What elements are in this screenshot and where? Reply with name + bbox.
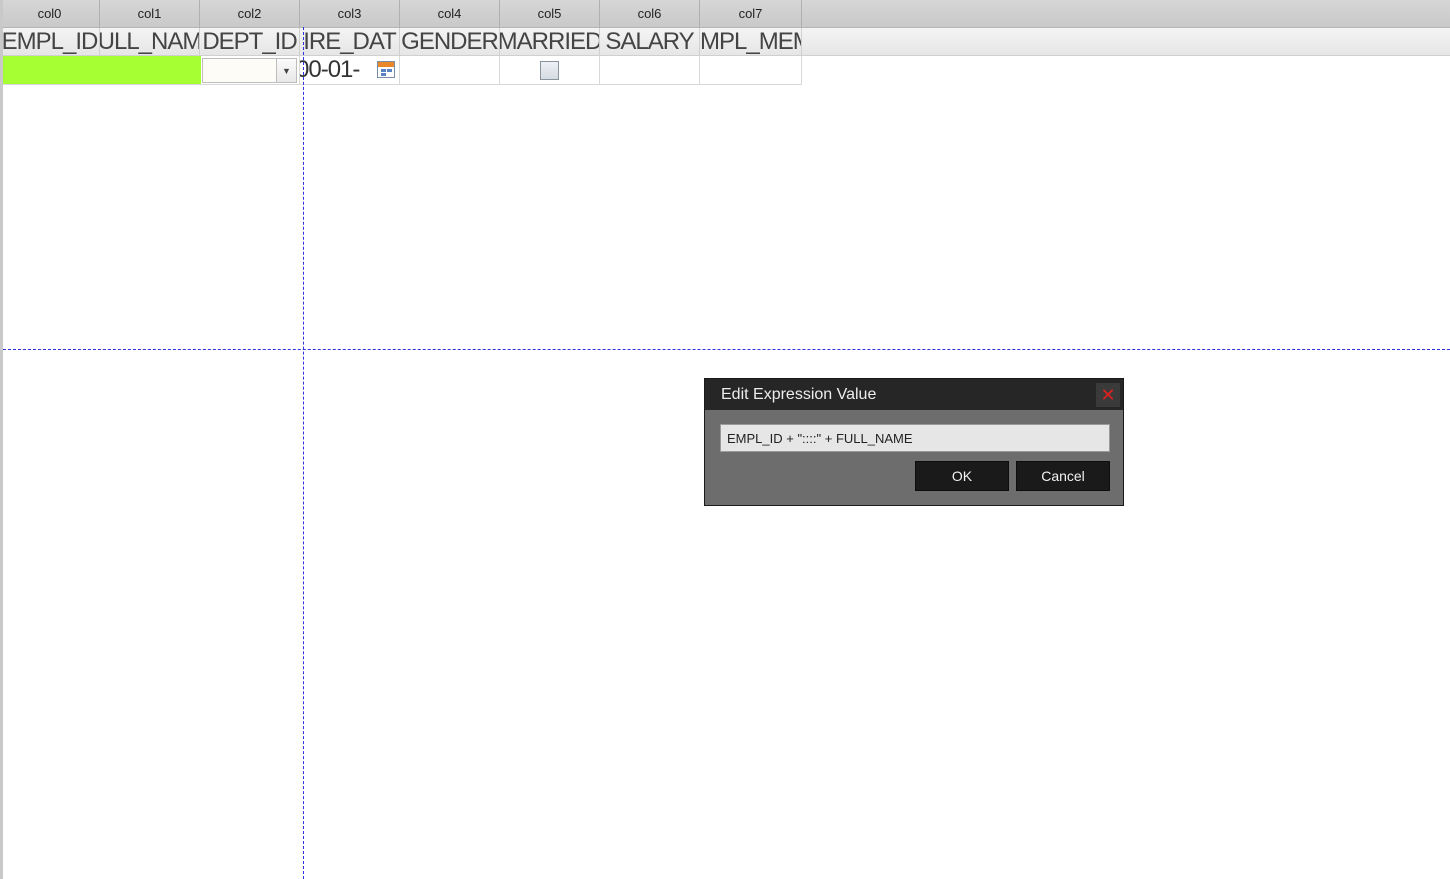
married-cell[interactable] — [500, 56, 600, 85]
column-header-col3[interactable]: col3 — [300, 0, 400, 27]
column-header-col1[interactable]: col1 — [100, 0, 200, 27]
field-header-salary[interactable]: SALARY — [600, 28, 700, 55]
vertical-split-line[interactable] — [303, 27, 304, 879]
field-header-full-name[interactable]: ULL_NAM — [100, 28, 200, 55]
field-header-empl-id[interactable]: EMPL_ID — [0, 28, 100, 55]
grid-left-border — [0, 0, 3, 879]
salary-cell[interactable] — [600, 56, 700, 85]
dept-id-combobox[interactable]: ▼ — [202, 58, 297, 83]
empl-memo-cell[interactable] — [700, 56, 802, 85]
chevron-down-icon[interactable]: ▼ — [276, 59, 296, 82]
dept-id-cell[interactable]: ▼ — [200, 56, 300, 85]
cancel-button[interactable]: Cancel — [1016, 461, 1110, 491]
field-header-empl-memo[interactable]: MPL_MEM — [700, 28, 802, 55]
column-header-col2[interactable]: col2 — [200, 0, 300, 27]
column-header-col5[interactable]: col5 — [500, 0, 600, 27]
calendar-icon[interactable] — [377, 61, 395, 78]
field-header-married[interactable]: MARRIED — [500, 28, 600, 55]
gender-cell[interactable] — [400, 56, 500, 85]
edit-expression-dialog: Edit Expression Value ✕ OK Cancel — [704, 378, 1124, 506]
column-header-col7[interactable]: col7 — [700, 0, 802, 27]
empl-id-fullname-cell[interactable] — [3, 56, 201, 85]
horizontal-split-line[interactable] — [3, 349, 1450, 350]
close-icon[interactable]: ✕ — [1096, 383, 1120, 407]
column-header-col6[interactable]: col6 — [600, 0, 700, 27]
field-header-hire-date[interactable]: IRE_DAT — [300, 28, 400, 55]
married-checkbox[interactable] — [540, 61, 559, 80]
field-header-gender[interactable]: GENDER — [400, 28, 500, 55]
dialog-title: Edit Expression Value — [705, 379, 1123, 410]
hire-date-cell[interactable]: 00-01- — [300, 56, 400, 85]
expression-input[interactable] — [720, 424, 1110, 452]
hire-date-value: 00-01- — [300, 56, 360, 83]
field-header-dept-id[interactable]: DEPT_ID — [200, 28, 300, 55]
ok-button[interactable]: OK — [915, 461, 1009, 491]
column-header-col0[interactable]: col0 — [0, 0, 100, 27]
column-header-col4[interactable]: col4 — [400, 0, 500, 27]
